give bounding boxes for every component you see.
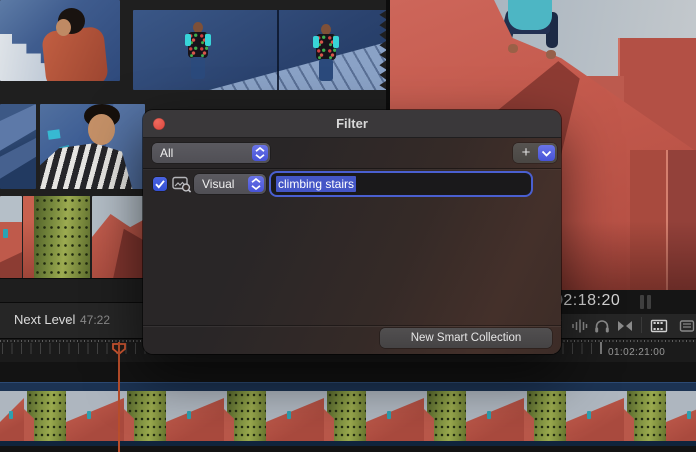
dialog-titlebar[interactable]: Filter (143, 110, 561, 138)
stairs-shape (133, 10, 386, 90)
clip-thumbnail-striped-shirt[interactable] (40, 104, 145, 189)
visual-query-selected-text: climbing stairs (276, 176, 356, 192)
pause-bar-icon (640, 295, 644, 309)
person-body (41, 26, 109, 81)
timecode-value: 02:18:20 (554, 292, 620, 310)
person-figure (313, 24, 339, 82)
filter-dialog: Filter All + Visual c (143, 110, 561, 354)
solo-headphones-icon[interactable] (593, 317, 611, 335)
add-rule-menu-button[interactable] (538, 145, 555, 161)
rule-type-value: Visual (202, 174, 234, 194)
playhead-line[interactable] (118, 342, 120, 452)
visual-analysis-icon (172, 176, 192, 193)
person-figure (185, 22, 211, 80)
visual-query-input[interactable]: climbing stairs (271, 173, 531, 195)
clip-header-bar (0, 382, 696, 391)
rule-type-dropdown[interactable]: Visual (194, 174, 266, 194)
clip-thumbnail-red-shirt[interactable] (0, 0, 120, 81)
person-face (88, 114, 115, 145)
clip-filmstrip (0, 391, 696, 441)
clip-footer-bar (0, 441, 696, 446)
add-rule-button[interactable]: + (513, 143, 539, 163)
ruler-marker-tick (600, 342, 602, 354)
scope-dropdown-value: All (160, 143, 173, 163)
toolbar-divider (641, 317, 642, 333)
add-rule-group: + (513, 143, 557, 163)
person-hand (508, 44, 518, 53)
clip-thumbnail-cactus[interactable] (23, 196, 90, 278)
project-duration: 47:22 (80, 313, 110, 327)
new-smart-collection-button[interactable]: New Smart Collection (380, 328, 552, 348)
ruler-timecode: 01:02:21:00 (608, 347, 665, 358)
clip-thumbnail-red-arch[interactable] (0, 196, 22, 278)
pause-bar-icon (647, 295, 651, 309)
checkmark-icon (153, 177, 167, 191)
dialog-divider (143, 168, 561, 169)
popup-stepper-icon (248, 176, 264, 192)
person-hand (546, 50, 556, 59)
clip-appearance-icon[interactable] (650, 317, 668, 335)
person-face (56, 19, 71, 36)
screen-shape (47, 129, 60, 140)
clip-filmstrip-floral-shirt[interactable] (133, 10, 386, 90)
tiny-person (3, 229, 8, 238)
cactus-shape (34, 196, 90, 278)
frame-divider (277, 10, 279, 90)
dialog-title: Filter (143, 110, 561, 138)
snapping-icon[interactable] (616, 317, 634, 335)
audio-skimming-icon[interactable] (570, 317, 588, 335)
scope-dropdown[interactable]: All (152, 143, 270, 163)
timeline-index-icon[interactable] (678, 317, 696, 335)
fcp-window: 02:18:20 Next Level ⌄ 47:22 01: (0, 0, 696, 452)
chevron-down-icon[interactable]: ⌄ (64, 312, 73, 325)
rule-enabled-checkbox[interactable] (153, 177, 167, 191)
timeline-track (0, 362, 696, 452)
clip-thumbnail-blue-stairs[interactable] (0, 104, 36, 189)
clip-thumbnail-red-architecture[interactable] (92, 196, 145, 278)
timeline-clip[interactable] (0, 382, 696, 446)
popup-stepper-icon (252, 145, 268, 161)
dialog-divider (143, 325, 561, 326)
